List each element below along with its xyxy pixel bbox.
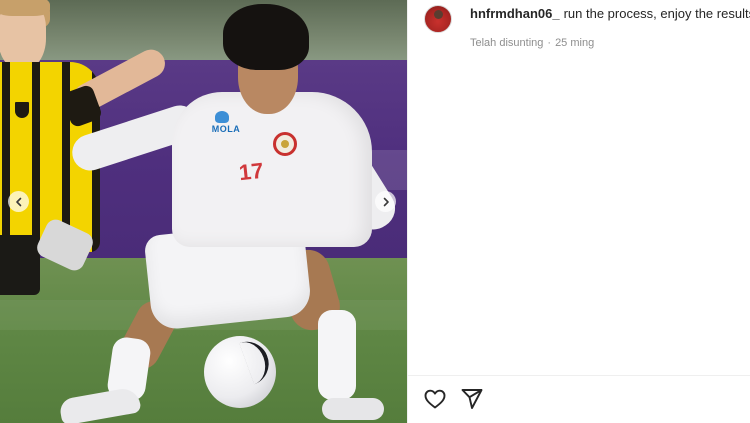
post-media[interactable]: MOLA 17	[0, 0, 407, 423]
post-caption: hnfrmdhan06_ run the process, enjoy the r…	[470, 6, 750, 21]
previous-media-button[interactable]	[8, 191, 29, 212]
chevron-left-icon	[15, 197, 21, 206]
player-right-sock	[318, 310, 356, 400]
player-left-boot	[58, 386, 142, 423]
player-right-boot	[322, 398, 384, 420]
meta-separator: ·	[547, 37, 552, 49]
opponent-hair-top	[0, 0, 50, 16]
chevron-right-icon	[383, 197, 389, 206]
next-media-button[interactable]	[375, 191, 396, 212]
sponsor-logo-icon	[215, 111, 229, 123]
sponsor-text: MOLA	[211, 124, 241, 134]
opponent-crest	[13, 100, 31, 120]
avatar[interactable]	[424, 5, 452, 33]
jersey-number: 17	[237, 157, 265, 186]
caption-text: run the process, enjoy the results	[563, 6, 750, 21]
heart-icon	[424, 389, 446, 409]
club-crest	[273, 132, 297, 156]
like-button[interactable]	[423, 387, 447, 411]
post-meta: Telah disunting · 25 ming	[470, 37, 594, 49]
player-hair	[223, 4, 309, 70]
paper-plane-icon	[461, 389, 483, 409]
player-white-shirt	[172, 92, 372, 247]
edited-label: Telah disunting	[470, 37, 544, 49]
opponent-shorts	[0, 235, 40, 295]
username-link[interactable]: hnfrmdhan06_	[470, 6, 560, 21]
post-side-panel: hnfrmdhan06_ run the process, enjoy the r…	[407, 0, 750, 423]
post-time[interactable]: 25 ming	[555, 37, 594, 49]
actions-divider	[408, 375, 750, 376]
share-button[interactable]	[460, 387, 484, 411]
